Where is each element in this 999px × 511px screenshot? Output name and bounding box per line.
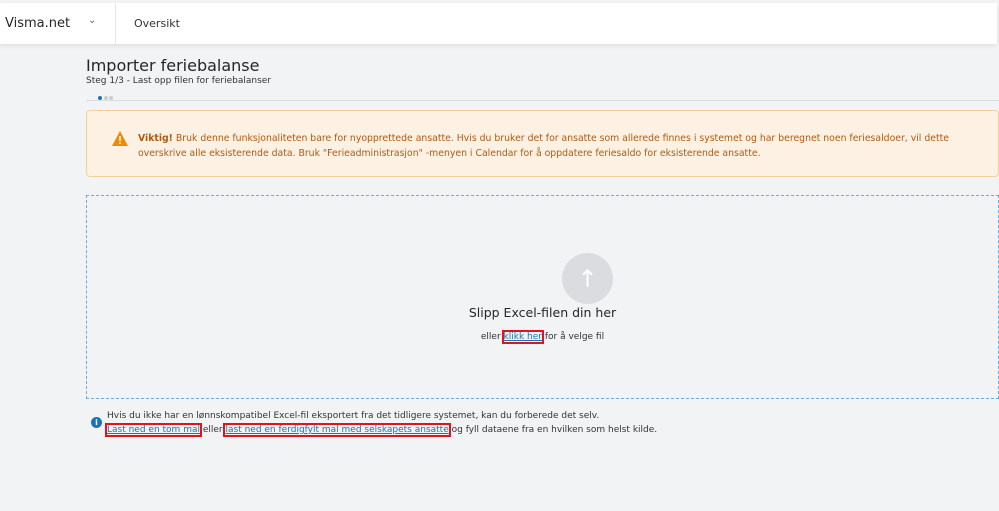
step-dot [104, 96, 108, 100]
click-here-link[interactable]: klikk her [501, 330, 545, 344]
top-bar: Visma.net ⌄ Oversikt [0, 3, 997, 44]
app-switcher[interactable]: Visma.net ⌄ [0, 3, 116, 44]
page-title: Importer feriebalanse [86, 56, 260, 75]
info-icon: i [91, 417, 102, 428]
step-dot-active [98, 96, 102, 100]
drop-prefix: eller [480, 332, 504, 342]
step-indicator [86, 92, 999, 101]
step-subtitle: Steg 1/3 - Last opp filen for feriebalan… [86, 76, 272, 86]
info-end: og fyll dataene fra en hvilken som helst… [448, 425, 658, 435]
warning-alert: Viktig! Bruk denne funksjonaliteten bare… [86, 110, 999, 177]
chevron-down-icon: ⌄ [88, 15, 97, 26]
file-drop-zone[interactable]: ↑ Slipp Excel-filen din her eller klikk … [86, 195, 999, 399]
download-prefilled-template-link[interactable]: last ned en ferdigfylt mal med selskapet… [223, 423, 451, 437]
alert-strong: Viktig! [138, 133, 173, 144]
warning-icon [112, 131, 128, 146]
info-line1: Hvis du ikke har en lønnskompatibel Exce… [107, 411, 600, 421]
drop-title: Slipp Excel-filen din her [468, 305, 617, 320]
info-text: Hvis du ikke har en lønnskompatibel Exce… [105, 409, 658, 437]
upload-arrow-icon: ↑ [562, 253, 613, 304]
info-mid: eller [199, 425, 226, 435]
download-empty-template-link[interactable]: Last ned en tom mal [105, 423, 202, 437]
alert-text: Bruk denne funksjonaliteten bare for nyo… [138, 133, 949, 159]
brand-name: Visma.net [5, 16, 71, 31]
drop-suffix: for å velge fil [541, 332, 605, 342]
nav-oversikt[interactable]: Oversikt [116, 17, 180, 30]
step-dot [109, 96, 113, 100]
